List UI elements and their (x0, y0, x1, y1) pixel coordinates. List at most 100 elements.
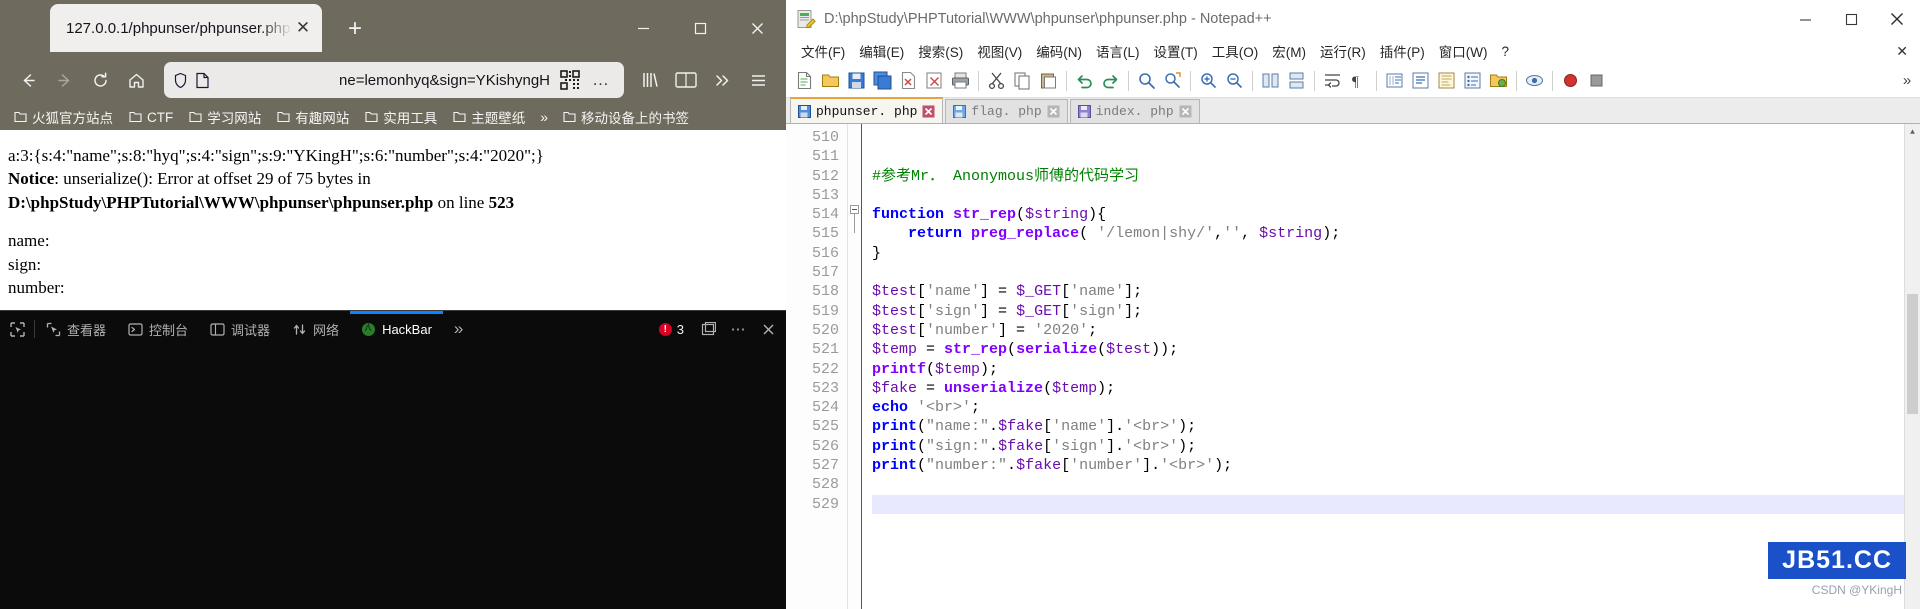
cut-icon[interactable] (984, 68, 1009, 94)
macro-record-icon[interactable] (1558, 68, 1583, 94)
menu-macro[interactable]: 宏(M) (1265, 39, 1313, 63)
bookmarks-overflow-icon[interactable]: » (533, 107, 555, 127)
address-bar[interactable]: ne=lemonhyq&sign=YKishyngH … (164, 62, 624, 98)
back-arrow-icon[interactable] (10, 62, 46, 98)
code-text[interactable]: #参考Mr． Anonymous师傅的代码学习 function str_rep… (862, 124, 1920, 609)
macro-stop-icon[interactable] (1584, 68, 1609, 94)
code-line[interactable]: #参考Mr． Anonymous师傅的代码学习 (872, 167, 1920, 186)
reload-icon[interactable] (82, 62, 118, 98)
code-line[interactable]: $test['sign'] = $_GET['sign']; (872, 302, 1920, 321)
code-line[interactable]: $test['number'] = '2020'; (872, 321, 1920, 340)
new-tab-button[interactable]: + (340, 14, 370, 44)
code-line[interactable]: $fake = unserialize($temp); (872, 379, 1920, 398)
hamburger-menu-icon[interactable] (740, 62, 776, 98)
menu-help[interactable]: ? (1494, 42, 1516, 61)
element-picker-icon[interactable] (0, 311, 34, 347)
menu-settings[interactable]: 设置(T) (1147, 39, 1205, 63)
bookmark-item-1[interactable]: CTF (121, 108, 181, 127)
code-line[interactable] (872, 263, 1920, 282)
code-line[interactable]: echo '<br>'; (872, 398, 1920, 417)
menu-run[interactable]: 运行(R) (1313, 39, 1373, 63)
show-all-chars-icon[interactable]: ¶ (1346, 68, 1371, 94)
close-icon[interactable] (922, 105, 935, 118)
code-line[interactable]: $test['name'] = $_GET['name']; (872, 282, 1920, 301)
code-line[interactable] (872, 128, 1920, 147)
word-wrap-icon[interactable] (1320, 68, 1345, 94)
save-all-icon[interactable] (870, 68, 895, 94)
preview-icon[interactable] (1522, 68, 1547, 94)
find-icon[interactable] (1134, 68, 1159, 94)
code-line[interactable]: return preg_replace( '/lemon|shy/','', $… (872, 224, 1920, 243)
maximize-icon[interactable] (672, 0, 729, 56)
browser-tab[interactable]: 127.0.0.1/phpunser/phpunser.php ✕ (50, 4, 322, 52)
menu-encoding[interactable]: 编码(N) (1029, 39, 1089, 63)
bookmark-item-2[interactable]: 学习网站 (181, 105, 269, 129)
scroll-up-icon[interactable]: ▲ (1905, 124, 1920, 140)
bookmark-item-5[interactable]: 主题壁纸 (445, 105, 533, 129)
address-bar-text[interactable]: ne=lemonhyq&sign=YKishyngH (216, 72, 554, 89)
code-line[interactable]: $temp = str_rep(serialize($test)); (872, 340, 1920, 359)
code-line[interactable]: print("sign:".$fake['sign'].'<br>'); (872, 437, 1920, 456)
code-line[interactable]: print("name:".$fake['name'].'<br>'); (872, 417, 1920, 436)
close-icon[interactable] (729, 0, 786, 56)
replace-icon[interactable] (1160, 68, 1185, 94)
code-line[interactable] (872, 475, 1920, 494)
close-file-icon[interactable] (896, 68, 921, 94)
close-all-icon[interactable] (922, 68, 947, 94)
bookmark-item-3[interactable]: 有趣网站 (269, 105, 357, 129)
redo-icon[interactable] (1098, 68, 1123, 94)
menu-view[interactable]: 视图(V) (970, 39, 1029, 63)
forward-arrow-icon[interactable] (46, 62, 82, 98)
sync-scroll-h-icon[interactable] (1284, 68, 1309, 94)
chevron-double-right-icon[interactable] (704, 62, 740, 98)
folder-workspace-icon[interactable] (1486, 68, 1511, 94)
devtools-overflow-icon[interactable]: » (443, 311, 474, 347)
menu-window[interactable]: 窗口(W) (1432, 39, 1495, 63)
code-line[interactable]: print("number:".$fake['number'].'<br>'); (872, 456, 1920, 475)
undo-icon[interactable] (1072, 68, 1097, 94)
doc-tab-phpunser[interactable]: phpunser. php (790, 97, 944, 123)
tab-console[interactable]: 控制台 (117, 311, 199, 347)
code-line[interactable]: function str_rep($string){ (872, 205, 1920, 224)
minimize-icon[interactable] (615, 0, 672, 56)
maximize-icon[interactable] (1828, 0, 1874, 38)
doc-tab-flag[interactable]: flag. php (945, 99, 1068, 123)
open-file-icon[interactable] (818, 68, 843, 94)
paste-icon[interactable] (1036, 68, 1061, 94)
user-language-icon[interactable] (1408, 68, 1433, 94)
bookmark-item-4[interactable]: 实用工具 (357, 105, 445, 129)
library-icon[interactable] (632, 62, 668, 98)
scrollbar-thumb[interactable] (1907, 294, 1918, 414)
close-icon[interactable] (1047, 105, 1060, 118)
tab-debugger[interactable]: 调试器 (199, 311, 281, 347)
new-file-icon[interactable] (792, 68, 817, 94)
zoom-out-icon[interactable] (1222, 68, 1247, 94)
fold-toggle-icon[interactable] (850, 205, 859, 214)
print-icon[interactable] (948, 68, 973, 94)
bookmark-item-0[interactable]: 火狐官方站点 (6, 105, 121, 129)
document-map-icon[interactable] (1434, 68, 1459, 94)
meatball-menu-icon[interactable]: ⋯ (724, 315, 752, 343)
save-icon[interactable] (844, 68, 869, 94)
close-icon[interactable] (754, 315, 782, 343)
doc-tab-index[interactable]: index. php (1069, 99, 1200, 123)
toolbar-overflow-icon[interactable]: » (1894, 68, 1920, 94)
menu-language[interactable]: 语言(L) (1089, 39, 1147, 63)
error-count[interactable]: ! 3 (651, 322, 692, 337)
menu-tools[interactable]: 工具(O) (1205, 39, 1266, 63)
close-icon[interactable]: ✕ (292, 17, 314, 39)
code-folding-column[interactable] (848, 124, 862, 609)
meatball-menu-icon[interactable]: … (586, 70, 616, 90)
close-document-icon[interactable]: ✕ (1896, 43, 1920, 60)
page-icon[interactable] (195, 72, 210, 89)
menu-file[interactable]: 文件(F) (794, 39, 852, 63)
code-editor[interactable]: 510 511 512 513 514 515 516 517 518 519 520 521 522 5… (786, 124, 1920, 609)
editor-scrollbar[interactable]: ▲ (1904, 124, 1920, 609)
code-line[interactable] (872, 147, 1920, 166)
code-line[interactable]: } (872, 244, 1920, 263)
home-icon[interactable] (118, 62, 154, 98)
tab-inspector[interactable]: 查看器 (35, 311, 117, 347)
shield-icon[interactable] (172, 72, 189, 89)
indent-guide-icon[interactable] (1382, 68, 1407, 94)
tab-network[interactable]: 网络 (281, 311, 350, 347)
